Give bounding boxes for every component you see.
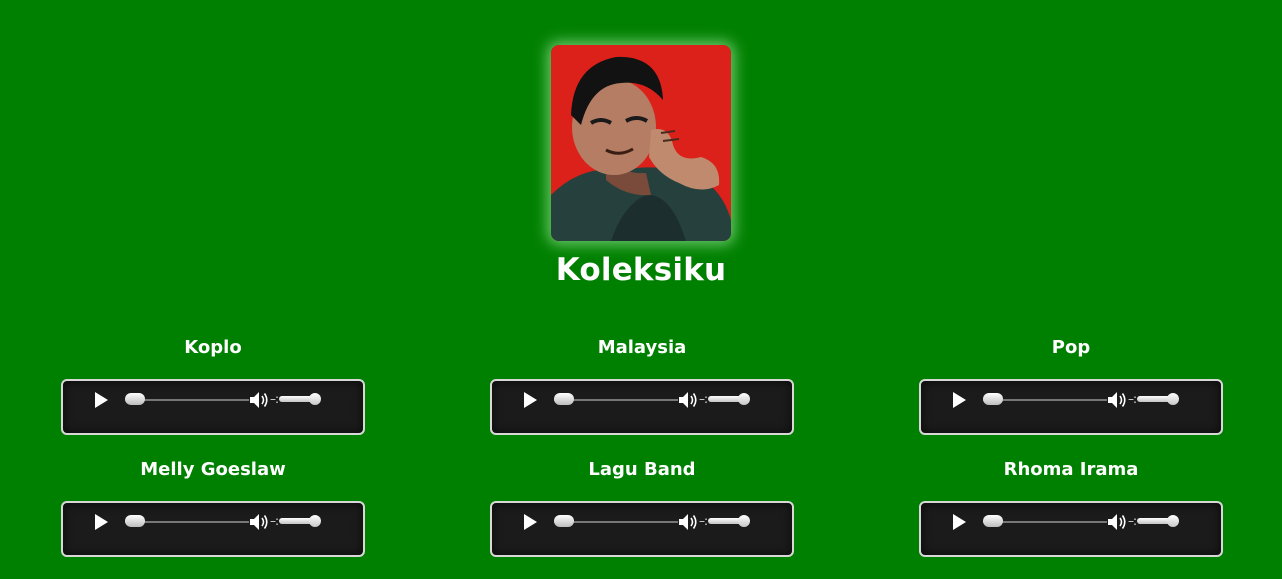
play-icon[interactable] [520, 390, 540, 410]
track-lagu-band: Lagu Band –: [490, 457, 794, 557]
audio-player[interactable]: –: [61, 379, 365, 435]
track-melly-goeslaw: Melly Goeslaw –: [61, 457, 365, 557]
audio-player[interactable]: –: [919, 379, 1223, 435]
volume-icon[interactable] [248, 390, 270, 410]
audio-player[interactable]: –: [490, 501, 794, 557]
audio-player[interactable]: –: [490, 379, 794, 435]
audio-player[interactable]: –: [61, 501, 365, 557]
track-label: Melly Goeslaw [140, 459, 286, 480]
track-malaysia: Malaysia –: [490, 335, 794, 435]
play-icon[interactable] [949, 512, 969, 532]
volume-separator: –: [1128, 514, 1137, 528]
seek-thumb[interactable] [983, 393, 1003, 405]
track-label: Koplo [184, 337, 242, 358]
volume-thumb[interactable] [1167, 515, 1179, 527]
volume-icon[interactable] [1106, 512, 1128, 532]
seek-thumb[interactable] [125, 393, 145, 405]
seek-thumb[interactable] [125, 515, 145, 527]
track-koplo: Koplo –: [61, 335, 365, 435]
track-pop: Pop –: [919, 335, 1223, 435]
play-icon[interactable] [949, 390, 969, 410]
volume-icon[interactable] [677, 512, 699, 532]
audio-player[interactable]: –: [919, 501, 1223, 557]
volume-icon[interactable] [677, 390, 699, 410]
track-label: Lagu Band [588, 459, 696, 480]
profile-photo [551, 45, 731, 241]
volume-separator: –: [1128, 392, 1137, 406]
seek-thumb[interactable] [983, 515, 1003, 527]
track-label: Malaysia [597, 337, 687, 358]
seek-thumb[interactable] [554, 393, 574, 405]
track-rhoma-irama: Rhoma Irama –: [919, 457, 1223, 557]
profile-avatar [551, 45, 731, 241]
volume-thumb[interactable] [738, 393, 750, 405]
volume-separator: –: [699, 392, 708, 406]
seek-thumb[interactable] [554, 515, 574, 527]
play-icon[interactable] [91, 390, 111, 410]
volume-icon[interactable] [248, 512, 270, 532]
volume-icon[interactable] [1106, 390, 1128, 410]
play-icon[interactable] [520, 512, 540, 532]
volume-separator: –: [270, 392, 279, 406]
volume-thumb[interactable] [309, 515, 321, 527]
volume-thumb[interactable] [1167, 393, 1179, 405]
volume-thumb[interactable] [738, 515, 750, 527]
play-icon[interactable] [91, 512, 111, 532]
page-title: Koleksiku [555, 252, 727, 288]
volume-separator: –: [270, 514, 279, 528]
volume-thumb[interactable] [309, 393, 321, 405]
track-label: Rhoma Irama [1003, 459, 1139, 480]
page: Koleksiku Koplo –: Malaysia –: Pop –: Me… [0, 0, 1282, 579]
volume-separator: –: [699, 514, 708, 528]
track-label: Pop [1051, 337, 1091, 358]
